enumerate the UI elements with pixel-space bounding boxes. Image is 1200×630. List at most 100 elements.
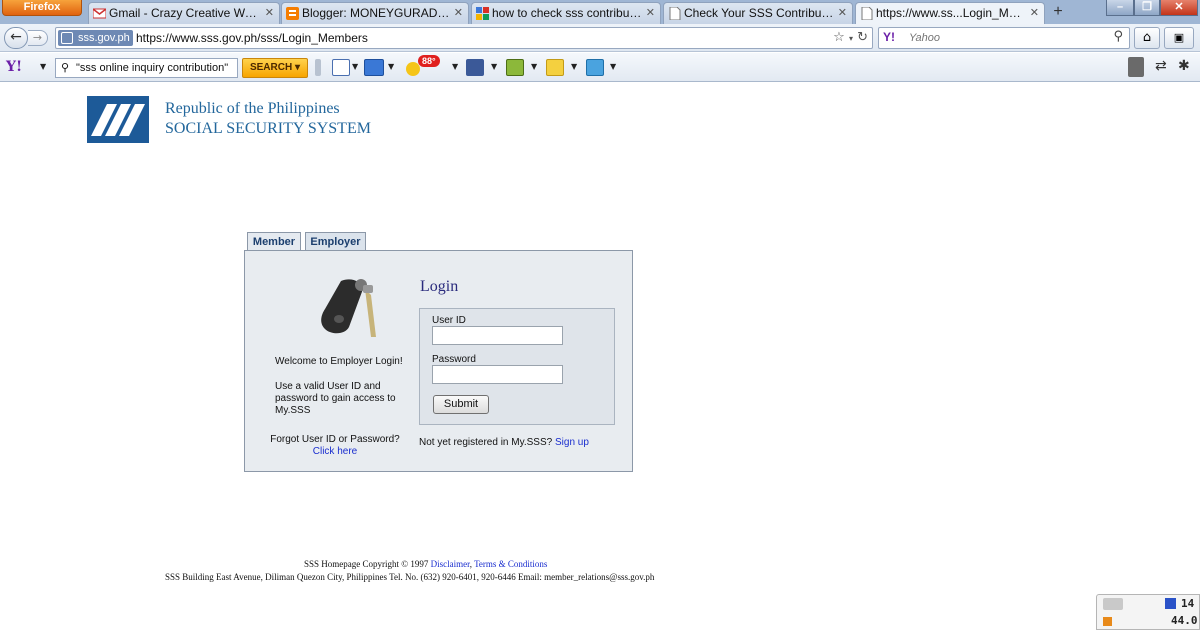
url-text[interactable]: https://www.sss.gov.ph/sss/Login_Members xyxy=(136,31,368,45)
new-tab-button[interactable]: + xyxy=(1048,3,1068,23)
tab-label: Gmail - Crazy Creative Writing ... xyxy=(109,6,259,20)
gmail-icon xyxy=(93,8,106,19)
tab-login-members[interactable]: https://www.ss...Login_Members ✕ xyxy=(855,2,1045,25)
search-icon: ⚲ xyxy=(61,62,70,74)
tab-google-search[interactable]: how to check sss contributions ... ✕ xyxy=(471,2,661,24)
welcome-text: Welcome to Employer Login! xyxy=(275,356,403,367)
tab-blogger[interactable]: Blogger: MONEYGURADO - Bu... ✕ xyxy=(281,2,469,24)
footer-address: SSS Building East Avenue, Diliman Quezon… xyxy=(165,572,655,582)
tab-gmail[interactable]: Gmail - Crazy Creative Writing ... ✕ xyxy=(88,2,280,24)
close-icon[interactable]: ✕ xyxy=(838,6,847,19)
tray-orange-icon[interactable] xyxy=(1103,617,1112,626)
login-title: Login xyxy=(420,278,459,295)
back-forward: ← → xyxy=(4,27,48,49)
games-icon[interactable] xyxy=(506,59,524,76)
submit-button[interactable]: Submit xyxy=(433,395,489,414)
firefox-menu-button[interactable]: Firefox xyxy=(2,0,82,16)
site-identity-label: sss.gov.ph xyxy=(78,32,130,44)
tab-bar: Firefox Gmail - Crazy Creative Writing .… xyxy=(0,0,1200,25)
pages-icon[interactable] xyxy=(332,59,350,76)
close-icon[interactable]: ✕ xyxy=(454,6,463,19)
forgot-link[interactable]: Click here xyxy=(265,446,405,458)
page-icon xyxy=(861,7,873,20)
system-tray: 14 44.0 xyxy=(1096,594,1200,630)
dropdown-icon[interactable]: ▾ xyxy=(849,34,853,43)
menu-icon[interactable] xyxy=(1128,57,1144,77)
swap-icon[interactable]: ⇄ xyxy=(1155,58,1167,74)
back-button[interactable]: ← xyxy=(4,27,28,49)
yahoo-search-button[interactable]: SEARCH ▾ xyxy=(242,58,308,78)
url-bar-icons: ☆ ▾ ↻ xyxy=(833,30,868,45)
bookmark-star-icon[interactable]: ☆ xyxy=(833,30,845,45)
home-button[interactable]: ⌂ xyxy=(1134,27,1160,49)
login-box: Welcome to Employer Login! Use a valid U… xyxy=(244,250,633,472)
chevron-down-icon[interactable]: ▼ xyxy=(531,62,537,71)
chevron-down-icon[interactable]: ▼ xyxy=(610,62,616,71)
yahoo-toolbar: Y! ▼ ⚲ "sss online inquiry contribution"… xyxy=(0,53,1200,82)
forgot-credentials: Forgot User ID or Password? Click here xyxy=(265,434,405,458)
google-icon xyxy=(476,7,489,20)
chevron-down-icon[interactable]: ▼ xyxy=(452,62,458,71)
tab-label: Check Your SSS Contribution w... xyxy=(684,6,834,20)
yahoo-logo[interactable]: Y! xyxy=(6,59,22,75)
tray-value-1: 14 xyxy=(1181,597,1195,610)
chevron-down-icon[interactable]: ▼ xyxy=(571,62,577,71)
navigation-bar: ← → sss.gov.ph https://www.sss.gov.ph/ss… xyxy=(0,24,1200,52)
yahoo-search-text: "sss online inquiry contribution" xyxy=(76,62,229,74)
search-bar[interactable]: Y! ⚲ xyxy=(878,27,1130,49)
disclaimer-link[interactable]: Disclaimer xyxy=(431,559,470,569)
mail-icon[interactable] xyxy=(364,59,384,76)
instructions-text: Use a valid User ID and password to gain… xyxy=(275,381,396,416)
ebay-icon[interactable] xyxy=(546,59,564,76)
yahoo-search-button-label: SEARCH xyxy=(249,62,293,73)
address-bar[interactable]: sss.gov.ph https://www.sss.gov.ph/sss/Lo… xyxy=(55,27,873,49)
close-icon[interactable]: ✕ xyxy=(1030,6,1039,19)
brand-line-1: Republic of the Philippines xyxy=(165,100,340,117)
close-icon[interactable]: ✕ xyxy=(265,6,274,19)
bookmarks-button[interactable]: ▣ xyxy=(1164,27,1194,49)
notification-badge: 88° xyxy=(418,55,440,67)
yahoo-search-input[interactable]: ⚲ "sss online inquiry contribution" xyxy=(55,58,238,78)
tray-app-icon[interactable] xyxy=(1165,598,1176,609)
footer-copyright: SSS Homepage Copyright © 1997 Disclaimer… xyxy=(304,559,548,569)
userid-label: User ID xyxy=(432,315,466,326)
chevron-down-icon[interactable]: ▼ xyxy=(491,62,497,71)
register-text: Not yet registered in My.SSS? xyxy=(419,437,553,448)
network-icon[interactable] xyxy=(1103,598,1123,610)
search-input[interactable] xyxy=(909,30,1099,46)
minimize-button[interactable]: – xyxy=(1106,0,1134,16)
search-icon[interactable]: ⚲ xyxy=(1113,29,1123,44)
chevron-down-icon[interactable]: ▼ xyxy=(40,62,46,71)
facebook-icon[interactable] xyxy=(466,59,484,76)
forgot-text: Forgot User ID or Password? xyxy=(270,434,400,445)
tab-label: https://www.ss...Login_Members xyxy=(876,6,1026,20)
blogger-icon xyxy=(286,7,299,20)
site-identity-button[interactable]: sss.gov.ph xyxy=(58,30,133,46)
yahoo-engine-icon[interactable]: Y! xyxy=(883,30,895,44)
home-icon: ⌂ xyxy=(1142,30,1152,45)
maximize-button[interactable]: ❐ xyxy=(1134,0,1160,16)
password-field[interactable] xyxy=(432,365,563,384)
sss-logo xyxy=(87,96,149,143)
login-form: User ID Password Submit xyxy=(419,308,615,425)
terms-link[interactable]: Terms & Conditions xyxy=(474,559,547,569)
chevron-down-icon[interactable]: ▼ xyxy=(352,62,358,71)
bookmarks-icon: ▣ xyxy=(1173,31,1185,44)
globe-icon xyxy=(61,32,73,44)
reload-icon[interactable]: ↻ xyxy=(857,30,868,45)
tray-value-2: 44.0 xyxy=(1171,614,1198,627)
forward-button[interactable]: → xyxy=(28,30,48,46)
chevron-down-icon[interactable]: ▼ xyxy=(388,62,394,71)
news-icon[interactable] xyxy=(586,59,604,76)
close-icon[interactable]: ✕ xyxy=(646,6,655,19)
highlight-icon[interactable] xyxy=(315,59,321,76)
signup-link[interactable]: Sign up xyxy=(555,437,589,448)
close-window-button[interactable]: ✕ xyxy=(1160,0,1198,16)
userid-field[interactable] xyxy=(432,326,563,345)
tab-employer[interactable]: Employer xyxy=(305,232,366,252)
tab-member[interactable]: Member xyxy=(247,232,301,251)
tab-label: Blogger: MONEYGURADO - Bu... xyxy=(302,6,452,20)
car-key-image xyxy=(321,279,376,337)
tab-check-sss[interactable]: Check Your SSS Contribution w... ✕ xyxy=(663,2,853,24)
gear-icon[interactable]: ✱ xyxy=(1178,58,1190,74)
